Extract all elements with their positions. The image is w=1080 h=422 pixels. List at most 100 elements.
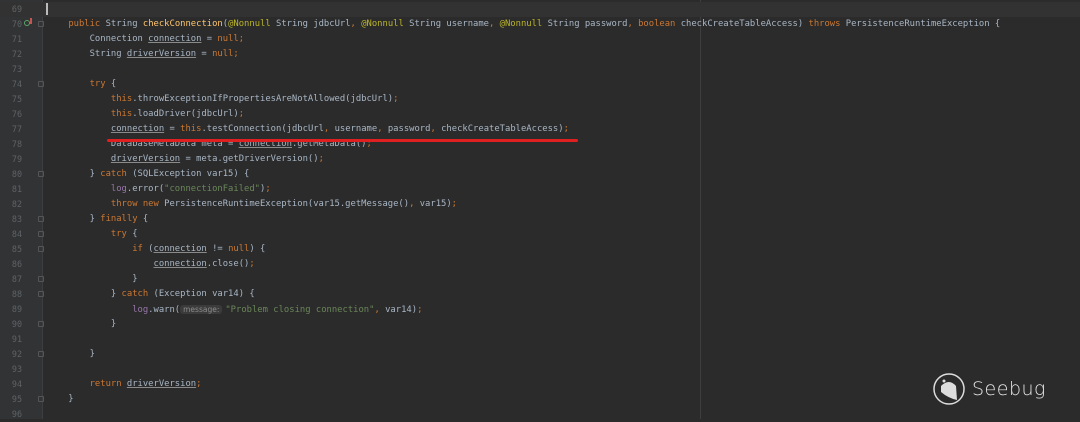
code-line[interactable]: 88 } catch (Exception var14) { [0, 287, 1080, 302]
fold-marker-icon[interactable] [38, 216, 44, 222]
fold-marker-icon[interactable] [38, 291, 44, 297]
line-number[interactable]: 71 [0, 32, 22, 47]
code-token: try [47, 229, 133, 239]
code-token: log [47, 305, 149, 315]
line-number[interactable]: 92 [0, 347, 22, 362]
code-line[interactable]: 80 } catch (SQLException var15) { [0, 167, 1080, 182]
line-number[interactable]: 95 [0, 392, 22, 407]
code-text: String driverVersion = null; [47, 47, 239, 62]
line-number[interactable]: 73 [0, 62, 22, 77]
fold-marker-icon[interactable] [38, 396, 44, 402]
code-token: String [105, 19, 143, 29]
line-number[interactable]: 87 [0, 272, 22, 287]
code-token: username [334, 124, 378, 134]
line-number[interactable]: 84 [0, 227, 22, 242]
code-token: = meta.getDriverVersion() [180, 154, 319, 164]
fold-marker-icon[interactable] [38, 81, 44, 87]
line-number[interactable]: 93 [0, 362, 22, 377]
code-token: , [323, 124, 335, 134]
code-token: "connectionFailed" [164, 184, 260, 194]
watermark-text: Seebug [972, 378, 1046, 400]
code-text: } catch (SQLException var15) { [47, 167, 250, 182]
code-line[interactable]: 71 Connection connection = null; [0, 32, 1080, 47]
code-line[interactable]: 91 [0, 332, 1080, 347]
line-number[interactable]: 81 [0, 182, 22, 197]
code-text: Connection connection = null; [47, 32, 244, 47]
line-number[interactable]: 69 [0, 2, 22, 17]
text-caret [46, 3, 48, 15]
code-line[interactable]: 90 } [0, 317, 1080, 332]
code-line[interactable]: 82 throw new PersistenceRuntimeException… [0, 197, 1080, 212]
code-editor[interactable]: 69 70 public String checkConnection(@Nonn… [0, 2, 1080, 422]
line-number[interactable]: 70 [0, 17, 22, 32]
line-number[interactable]: 86 [0, 257, 22, 272]
code-line[interactable]: 74 try { [0, 77, 1080, 92]
code-line[interactable]: 76 this.loadDriver(jdbcUrl); [0, 107, 1080, 122]
line-number[interactable]: 85 [0, 242, 22, 257]
line-number[interactable]: 80 [0, 167, 22, 182]
code-line[interactable]: 85 if (connection != null) { [0, 242, 1080, 257]
line-number[interactable]: 77 [0, 122, 22, 137]
code-line[interactable]: 96 [0, 407, 1080, 422]
code-text: } [47, 272, 137, 287]
code-token: driverVersion [126, 379, 197, 389]
line-number[interactable]: 94 [0, 377, 22, 392]
code-token: , [350, 19, 362, 29]
line-number[interactable]: 96 [0, 407, 22, 422]
line-number[interactable]: 82 [0, 197, 22, 212]
line-number[interactable]: 91 [0, 332, 22, 347]
code-token: PersistenceRuntimeException(var15.getMes… [164, 199, 410, 209]
code-line[interactable]: 72 String driverVersion = null; [0, 47, 1080, 62]
code-line[interactable]: 75 this.throwExceptionIfPropertiesAreNot… [0, 92, 1080, 107]
code-line[interactable]: 92 } [0, 347, 1080, 362]
code-text: } finally { [47, 212, 149, 227]
code-token: password [387, 124, 431, 134]
code-line[interactable]: 70 public String checkConnection(@Nonnul… [0, 17, 1080, 32]
code-line[interactable]: 89 log.warn(message: "Problem closing con… [0, 302, 1080, 317]
code-token: } [47, 214, 101, 224]
code-token: = [201, 34, 218, 44]
fold-marker-icon[interactable] [38, 21, 44, 27]
code-line[interactable]: 77 connection = this.testConnection(jdbc… [0, 122, 1080, 137]
code-line[interactable]: 73 [0, 62, 1080, 77]
code-token: ; [563, 124, 569, 134]
code-token: ; [249, 259, 255, 269]
code-token: var14) [385, 305, 418, 315]
line-number[interactable]: 75 [0, 92, 22, 107]
code-line[interactable]: 83 } finally { [0, 212, 1080, 227]
code-token: , [377, 124, 388, 134]
code-line[interactable]: 79 driverVersion = meta.getDriverVersion… [0, 152, 1080, 167]
code-line[interactable]: 95 } [0, 392, 1080, 407]
code-line[interactable]: 81 log.error("connectionFailed"); [0, 182, 1080, 197]
code-line[interactable]: 93 [0, 362, 1080, 377]
code-token: { [110, 79, 117, 89]
line-number[interactable]: 90 [0, 317, 22, 332]
line-number[interactable]: 76 [0, 107, 22, 122]
code-token: ; [265, 184, 271, 194]
fold-marker-icon[interactable] [38, 246, 44, 252]
fold-marker-icon[interactable] [38, 351, 44, 357]
line-number[interactable]: 83 [0, 212, 22, 227]
code-line[interactable]: 84 try { [0, 227, 1080, 242]
code-token: connection [110, 124, 165, 134]
code-line[interactable]: 94 return driverVersion; [0, 377, 1080, 392]
line-number[interactable]: 78 [0, 137, 22, 152]
code-text: log.warn(message: "Problem closing connec… [47, 302, 422, 318]
code-text: } [47, 347, 95, 362]
line-number[interactable]: 72 [0, 47, 22, 62]
fold-marker-icon[interactable] [38, 231, 44, 237]
code-text: this.loadDriver(jdbcUrl); [47, 107, 244, 122]
code-text: } catch (Exception var14) { [47, 287, 255, 302]
line-number[interactable]: 89 [0, 302, 22, 317]
fold-marker-icon[interactable] [38, 171, 44, 177]
code-line[interactable]: 86 connection.close(); [0, 257, 1080, 272]
code-token: = [164, 124, 181, 134]
code-line[interactable]: 87 } [0, 272, 1080, 287]
code-text: connection.close(); [47, 257, 255, 272]
line-number[interactable]: 74 [0, 77, 22, 92]
line-number[interactable]: 88 [0, 287, 22, 302]
code-line[interactable]: 69 [0, 2, 1080, 17]
fold-marker-icon[interactable] [38, 321, 44, 327]
fold-marker-icon[interactable] [38, 276, 44, 282]
line-number[interactable]: 79 [0, 152, 22, 167]
